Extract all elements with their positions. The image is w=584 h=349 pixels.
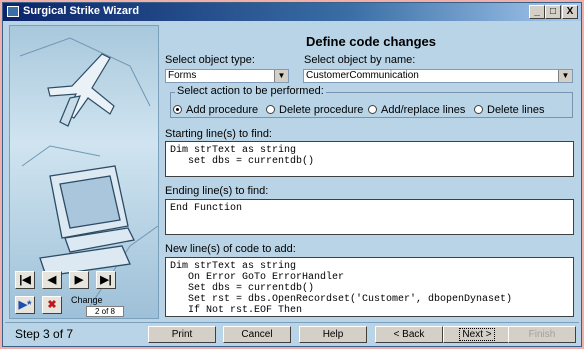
previous-record-button[interactable]: ◀ [42, 271, 62, 289]
object-type-select[interactable]: Forms ▼ [165, 69, 289, 83]
object-type-label: Select object type: [165, 54, 255, 66]
close-button[interactable]: X [562, 5, 578, 19]
new-record-button[interactable]: ▶* [15, 296, 35, 314]
change-label: Change [71, 295, 103, 305]
new-lines-input[interactable]: Dim strText as string On Error GoTo Erro… [165, 257, 574, 317]
wizard-window: Surgical Strike Wizard _ □ X |◀ ◀ ▶ ▶| ▶… [2, 2, 582, 347]
app-icon [7, 6, 19, 17]
radio-add-replace-lines[interactable]: Add/replace lines [368, 104, 465, 116]
radio-icon[interactable] [474, 105, 483, 114]
object-type-value: Forms [168, 70, 197, 81]
cancel-button[interactable]: Cancel [223, 326, 291, 343]
window-title: Surgical Strike Wizard [23, 5, 140, 17]
minimize-button[interactable]: _ [529, 5, 545, 19]
delete-record-button[interactable]: ✖ [42, 296, 62, 314]
radio-delete-lines[interactable]: Delete lines [474, 104, 544, 116]
jet-icon [47, 53, 115, 127]
next-record-button[interactable]: ▶ [69, 271, 89, 289]
object-name-select[interactable]: CustomerCommunication ▼ [303, 69, 573, 83]
object-name-label: Select object by name: [304, 54, 416, 66]
wizard-illustration-panel: |◀ ◀ ▶ ▶| ▶* ✖ Change 2 of 8 [9, 25, 159, 319]
radio-add-procedure[interactable]: Add procedure [173, 104, 258, 116]
next-button[interactable]: Next > [443, 326, 511, 343]
starting-lines-label: Starting line(s) to find: [165, 128, 272, 140]
step-indicator: Step 3 of 7 [15, 327, 74, 341]
radio-selected-icon[interactable] [173, 105, 182, 114]
ending-lines-label: Ending line(s) to find: [165, 185, 269, 197]
object-name-value: CustomerCommunication [306, 70, 419, 81]
radio-delete-procedure[interactable]: Delete procedure [266, 104, 363, 116]
page-title: Define code changes [305, 34, 437, 49]
computer-icon [39, 165, 135, 277]
first-record-button[interactable]: |◀ [15, 271, 35, 289]
radio-icon[interactable] [368, 105, 377, 114]
last-record-button[interactable]: ▶| [96, 271, 116, 289]
title-bar: Surgical Strike Wizard _ □ X [3, 3, 581, 21]
starting-lines-input[interactable]: Dim strText as string set dbs = currentd… [165, 141, 574, 177]
radio-icon[interactable] [266, 105, 275, 114]
back-button[interactable]: < Back [375, 326, 443, 343]
maximize-button[interactable]: □ [545, 5, 561, 19]
print-button[interactable]: Print [148, 326, 216, 343]
record-position-field: 2 of 8 [86, 306, 124, 317]
ending-lines-input[interactable]: End Function [165, 199, 574, 235]
help-button[interactable]: Help [299, 326, 367, 343]
chevron-down-icon[interactable]: ▼ [274, 70, 288, 82]
new-lines-label: New line(s) of code to add: [165, 243, 296, 255]
wizard-footer: Step 3 of 7 Print Cancel Help < Back Nex… [5, 322, 579, 345]
action-legend: Select action to be performed: [175, 85, 326, 97]
chevron-down-icon[interactable]: ▼ [558, 70, 572, 82]
finish-button[interactable]: Finish [508, 326, 576, 343]
